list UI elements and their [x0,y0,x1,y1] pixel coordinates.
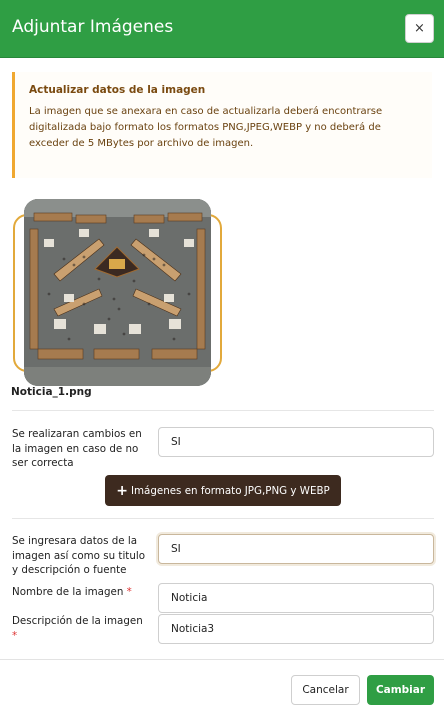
changes-question-label: Se realizaran cambios en la imagen en ca… [12,428,142,469]
image-filename: Noticia_1.png [11,386,92,398]
notice-body: La imagen que se anexara en caso de actu… [29,106,383,149]
required-mark: * [126,586,132,598]
close-icon: × [414,21,425,36]
data-question-label: Se ingresara datos de la imagen así como… [12,535,146,576]
changes-select[interactable]: SI [158,427,434,457]
info-notice: Actualizar datos de la imagen La imagen … [12,72,432,178]
description-label: Descripción de la imagen * [12,614,152,643]
modal-header: Adjuntar Imágenes × [0,0,444,58]
divider [12,518,434,519]
image-name-input[interactable]: Noticia [158,583,434,613]
upload-images-button[interactable]: + Imágenes en formato JPG,PNG y WEBP [105,475,341,506]
modal-title: Adjuntar Imágenes [12,17,174,37]
description-label-text: Descripción de la imagen [12,615,143,627]
close-button[interactable]: × [405,14,434,43]
plus-icon: + [116,482,128,499]
name-label: Nombre de la imagen * [12,585,157,600]
cancel-button[interactable]: Cancelar [291,675,360,705]
footer-divider [0,659,444,660]
image-description-input[interactable]: Noticia3 [158,614,434,644]
name-label-text: Nombre de la imagen [12,586,124,598]
upload-button-label: Imágenes en formato JPG,PNG y WEBP [130,484,330,497]
image-preview[interactable] [24,199,211,386]
submit-button[interactable]: Cambiar [367,675,434,705]
data-select[interactable]: SI [158,534,434,564]
notice-title: Actualizar datos de la imagen [29,84,206,96]
required-mark: * [12,629,18,642]
plaza-photo [24,199,211,386]
divider [12,410,434,411]
